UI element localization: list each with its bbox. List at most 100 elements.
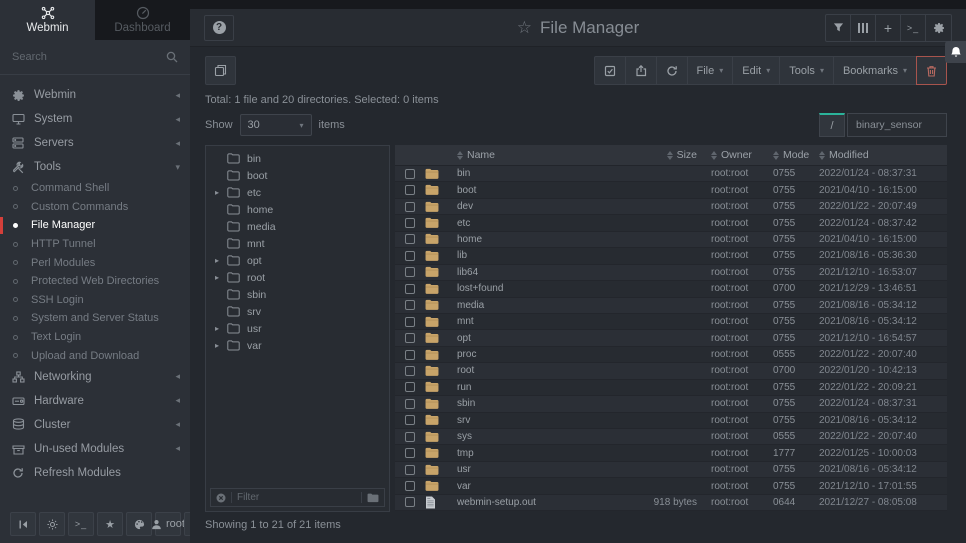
sidebar-item-system[interactable]: System◂ (0, 107, 190, 131)
shell-button[interactable]: >_ (901, 15, 926, 41)
refresh-button[interactable] (656, 56, 687, 85)
column-header-mode[interactable]: Mode (773, 149, 819, 161)
menu-file-button[interactable]: File▾ (687, 56, 733, 85)
clear-filter-icon[interactable] (216, 493, 226, 503)
notifications-tab[interactable] (945, 41, 966, 63)
search-input[interactable] (12, 51, 166, 63)
tree-item-usr[interactable]: ▸usr (206, 320, 389, 337)
columns-button[interactable] (851, 15, 876, 41)
table-row-boot[interactable]: bootroot:root07552021/04/10 - 16:15:00 (395, 182, 947, 198)
row-checkbox[interactable] (405, 448, 415, 458)
terminal-button[interactable]: >_ (68, 512, 94, 536)
root-path-button[interactable]: / (819, 113, 845, 137)
table-row-webmin-setup.out[interactable]: webmin-setup.out918 bytesroot:root064420… (395, 495, 947, 511)
table-row-run[interactable]: runroot:root07552022/01/22 - 20:09:21 (395, 380, 947, 396)
row-checkbox[interactable] (405, 284, 415, 294)
paste-buffer-button[interactable] (205, 56, 236, 85)
tree-item-home[interactable]: home (206, 201, 389, 218)
help-button[interactable]: ? (204, 15, 234, 41)
table-row-etc[interactable]: etcroot:root07552022/01/24 - 08:37:42 (395, 215, 947, 231)
theme-palette-button[interactable] (126, 512, 152, 536)
row-checkbox[interactable] (405, 382, 415, 392)
sidebar-item-http-tunnel[interactable]: HTTP Tunnel (0, 235, 190, 254)
tree-expand-icon[interactable]: ▸ (215, 273, 227, 282)
select-all-button[interactable] (594, 56, 625, 85)
table-row-mnt[interactable]: mntroot:root07552021/08/16 - 05:34:12 (395, 314, 947, 330)
tree-expand-icon[interactable]: ▸ (215, 188, 227, 197)
sidebar-item-perl-modules[interactable]: Perl Modules (0, 253, 190, 272)
export-button[interactable] (625, 56, 656, 85)
table-row-opt[interactable]: optroot:root07552021/12/10 - 16:54:57 (395, 330, 947, 346)
sidebar-item-system-and-server-status[interactable]: System and Server Status (0, 309, 190, 328)
row-checkbox[interactable] (405, 218, 415, 228)
sidebar-item-un-used-modules[interactable]: Un-used Modules◂ (0, 437, 190, 461)
row-checkbox[interactable] (405, 185, 415, 195)
tab-dashboard[interactable]: Dashboard (95, 0, 190, 40)
items-per-page-select[interactable]: 30 ▾ (240, 114, 312, 136)
row-checkbox[interactable] (405, 350, 415, 360)
filter-button[interactable] (826, 15, 851, 41)
user-button[interactable]: root (155, 512, 181, 536)
table-row-lib64[interactable]: lib64root:root07552021/12/10 - 16:53:07 (395, 265, 947, 281)
sidebar-item-networking[interactable]: Networking◂ (0, 365, 190, 389)
row-checkbox[interactable] (405, 169, 415, 179)
sidebar-item-text-login[interactable]: Text Login (0, 328, 190, 347)
sidebar-item-tools[interactable]: Tools▾ (0, 155, 190, 179)
table-row-bin[interactable]: binroot:root07552022/01/24 - 08:37:31 (395, 166, 947, 182)
tree-expand-icon[interactable]: ▸ (215, 324, 227, 333)
table-row-srv[interactable]: srvroot:root07552021/08/16 - 05:34:12 (395, 413, 947, 429)
sidebar-item-webmin[interactable]: Webmin◂ (0, 83, 190, 107)
sidebar-item-custom-commands[interactable]: Custom Commands (0, 198, 190, 217)
row-checkbox[interactable] (405, 317, 415, 327)
row-checkbox[interactable] (405, 267, 415, 277)
menu-tools-button[interactable]: Tools▾ (779, 56, 833, 85)
menu-bookmarks-button[interactable]: Bookmarks▾ (833, 56, 916, 85)
tree-item-root[interactable]: ▸root (206, 269, 389, 286)
collapse-sidebar-button[interactable] (10, 512, 36, 536)
tree-item-var[interactable]: ▸var (206, 337, 389, 354)
table-row-media[interactable]: mediaroot:root07552021/08/16 - 05:34:12 (395, 298, 947, 314)
tree-item-bin[interactable]: bin (206, 150, 389, 167)
row-checkbox[interactable] (405, 202, 415, 212)
row-checkbox[interactable] (405, 300, 415, 310)
sidebar-item-upload-and-download[interactable]: Upload and Download (0, 346, 190, 365)
table-row-usr[interactable]: usrroot:root07552021/08/16 - 05:34:12 (395, 462, 947, 478)
tree-item-mnt[interactable]: mnt (206, 235, 389, 252)
tree-filter-bar[interactable]: Filter (210, 488, 385, 507)
sidebar-item-cluster[interactable]: Cluster◂ (0, 413, 190, 437)
table-row-lost+found[interactable]: lost+foundroot:root07002021/12/29 - 13:4… (395, 281, 947, 297)
folder-icon[interactable] (367, 493, 379, 503)
tree-filter-placeholder[interactable]: Filter (231, 492, 356, 503)
column-header-modified[interactable]: Modified (819, 149, 947, 161)
sidebar-item-protected-web-directories[interactable]: Protected Web Directories (0, 272, 190, 291)
sidebar-item-file-manager[interactable]: File Manager (0, 216, 190, 235)
table-row-sbin[interactable]: sbinroot:root07552022/01/24 - 08:37:31 (395, 396, 947, 412)
row-checkbox[interactable] (405, 234, 415, 244)
sidebar-item-ssh-login[interactable]: SSH Login (0, 291, 190, 310)
table-row-var[interactable]: varroot:root07552021/12/10 - 17:01:55 (395, 478, 947, 494)
table-row-dev[interactable]: devroot:root07552022/01/22 - 20:07:49 (395, 199, 947, 215)
row-checkbox[interactable] (405, 251, 415, 261)
theme-toggle-button[interactable] (39, 512, 65, 536)
row-checkbox[interactable] (405, 465, 415, 475)
sidebar-item-hardware[interactable]: Hardware◂ (0, 389, 190, 413)
tree-item-sbin[interactable]: sbin (206, 286, 389, 303)
column-header-owner[interactable]: Owner (711, 149, 773, 161)
table-row-root[interactable]: rootroot:root07002022/01/20 - 10:42:13 (395, 363, 947, 379)
row-checkbox[interactable] (405, 415, 415, 425)
tree-item-media[interactable]: media (206, 218, 389, 235)
trash-button[interactable] (916, 56, 947, 85)
table-row-lib[interactable]: libroot:root07552021/08/16 - 05:36:30 (395, 248, 947, 264)
table-row-home[interactable]: homeroot:root07552021/04/10 - 16:15:00 (395, 232, 947, 248)
column-header-name[interactable]: Name (457, 149, 615, 161)
tree-item-srv[interactable]: srv (206, 303, 389, 320)
tree-item-etc[interactable]: ▸etc (206, 184, 389, 201)
tree-expand-icon[interactable]: ▸ (215, 256, 227, 265)
row-checkbox[interactable] (405, 366, 415, 376)
row-checkbox[interactable] (405, 432, 415, 442)
tree-item-opt[interactable]: ▸opt (206, 252, 389, 269)
row-checkbox[interactable] (405, 399, 415, 409)
row-checkbox[interactable] (405, 333, 415, 343)
settings-button[interactable] (926, 15, 951, 41)
tree-item-boot[interactable]: boot (206, 167, 389, 184)
